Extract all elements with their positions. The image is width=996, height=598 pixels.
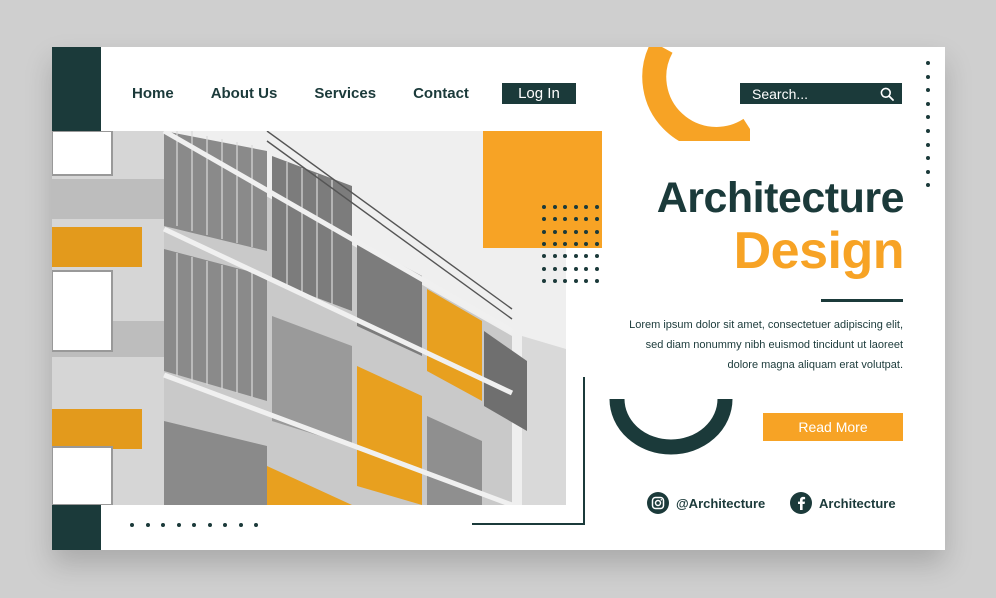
corner-bar-bottom [52,505,101,550]
decorative-dot [223,523,227,527]
decorative-dot [542,266,546,271]
decorative-dot [542,241,546,246]
search-icon[interactable] [880,87,894,101]
decorative-dot [926,88,930,93]
decorative-dot [130,523,134,527]
decorative-dot [563,229,567,234]
decorative-dot [573,254,578,259]
decorative-dot [563,254,567,259]
decorative-dot [254,523,258,527]
decorative-dot [573,266,578,271]
corner-bar-top [52,47,101,131]
decorative-dot [584,254,588,259]
landing-card: Home About Us Services Contact Log In Se… [52,47,945,550]
decorative-dot [926,169,930,174]
instagram-handle: @Architecture [676,495,766,511]
decorative-dot [594,217,599,222]
decorative-dot [584,205,588,209]
nav-about-us[interactable]: About Us [211,85,278,102]
decorative-orange-arc [642,47,750,141]
decorative-dot [161,523,165,527]
decorative-dot [192,523,196,527]
decorative-dot [594,266,599,271]
decorative-dot [594,241,599,246]
decorative-dot [176,523,181,527]
decorative-dot [573,241,578,246]
social-facebook[interactable]: Architecture [790,492,896,514]
decorative-dot [926,74,930,79]
decorative-dot [563,266,567,271]
decorative-dot [552,266,557,271]
decorative-dot [563,278,567,283]
decorative-dot [573,205,578,209]
decorative-dot [573,278,578,283]
facebook-name: Architecture [819,495,896,511]
decorative-dot [552,278,557,283]
decorative-dot [573,217,578,222]
decorative-dot [542,205,546,209]
decorative-dot [594,278,599,283]
search-input[interactable] [752,85,880,102]
decorative-dot [552,217,557,222]
login-button[interactable]: Log In [501,83,576,104]
decorative-dot [926,129,930,133]
decorative-dot [926,101,930,106]
decorative-dot [552,205,557,209]
decorative-dot [584,241,588,246]
decorative-dot [584,266,588,271]
decorative-dot [552,254,557,259]
decorative-dot [594,254,599,259]
decorative-dot [552,229,557,234]
decorative-dot [584,229,588,234]
facebook-icon [790,492,812,514]
decorative-dot [207,523,212,527]
nav-contact[interactable]: Contact [413,85,469,102]
nav-home[interactable]: Home [132,85,174,102]
decorative-dot [573,229,578,234]
search-bar [740,83,902,104]
hero-title-line1: Architecture [656,174,905,222]
hero-description: Lorem ipsum dolor sit amet, consectetuer… [629,319,903,371]
decorative-dot [926,142,930,147]
decorative-frame-line [583,377,585,525]
decorative-dot [552,241,557,246]
decorative-dot [542,278,546,283]
hero-title-line2: Design [733,222,905,280]
title-underline [821,299,903,302]
read-more-button[interactable]: Read More [763,413,903,441]
nav-services[interactable]: Services [314,85,376,102]
decorative-dot [594,229,599,234]
decorative-dot [584,278,588,283]
instagram-icon [647,492,669,514]
decorative-dot [563,241,567,246]
decorative-dot [594,205,599,209]
social-instagram[interactable]: @Architecture [647,492,765,514]
decorative-dot [926,156,930,161]
decorative-dot [926,183,930,188]
decorative-dot [145,523,150,527]
main-nav: Home About Us Services Contact Log In [132,83,576,104]
decorative-dot [238,523,243,527]
decorative-dot [542,229,546,234]
decorative-dark-arc [609,399,733,455]
decorative-frame-line-horizontal [472,523,585,525]
decorative-dot [926,61,930,65]
decorative-dot [563,205,567,209]
decorative-dot [926,115,930,120]
